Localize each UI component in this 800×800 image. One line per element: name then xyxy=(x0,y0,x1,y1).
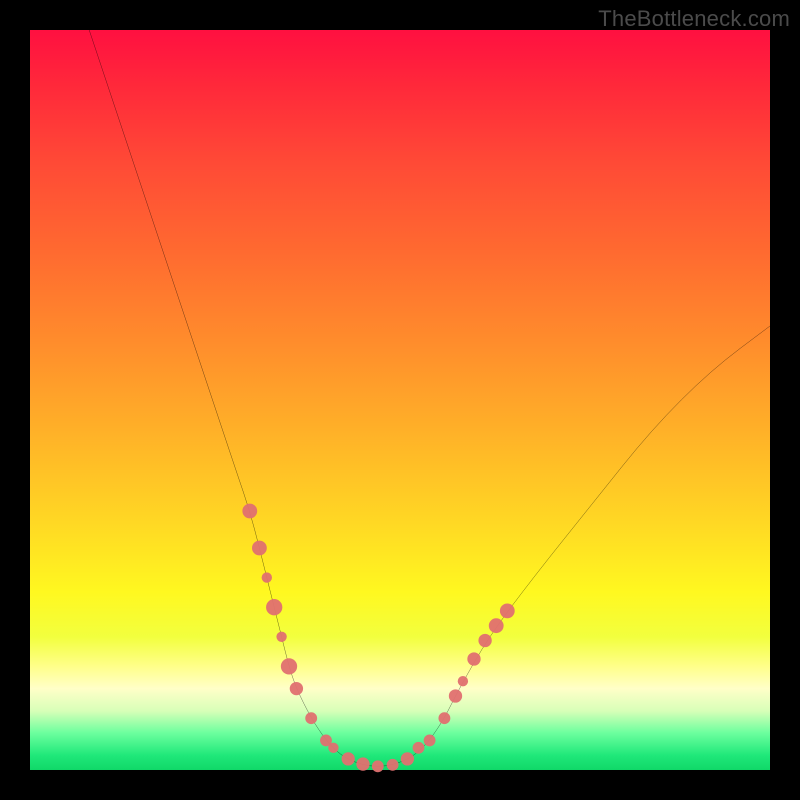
curve-marker xyxy=(413,742,425,754)
curve-marker xyxy=(372,760,384,772)
curve-marker xyxy=(262,572,272,582)
curve-svg xyxy=(30,30,770,770)
curve-marker xyxy=(290,682,303,695)
chart-frame: TheBottleneck.com xyxy=(0,0,800,800)
curve-marker xyxy=(305,712,317,724)
curve-marker xyxy=(401,752,414,765)
curve-marker xyxy=(276,632,286,642)
curve-marker xyxy=(387,759,399,771)
curve-marker xyxy=(252,541,267,556)
marker-group xyxy=(242,504,514,773)
curve-marker xyxy=(467,652,480,665)
curve-marker xyxy=(424,734,436,746)
curve-marker xyxy=(342,752,355,765)
curve-marker xyxy=(242,504,257,519)
curve-marker xyxy=(449,689,462,702)
curve-marker xyxy=(356,757,369,770)
curve-marker xyxy=(438,712,450,724)
curve-marker xyxy=(489,618,504,633)
curve-marker xyxy=(478,634,491,647)
plot-area xyxy=(30,30,770,770)
curve-marker xyxy=(458,676,468,686)
bottleneck-curve xyxy=(89,30,770,766)
curve-marker xyxy=(500,604,515,619)
curve-marker xyxy=(328,743,338,753)
curve-marker xyxy=(266,599,282,615)
curve-marker xyxy=(281,658,297,674)
watermark-text: TheBottleneck.com xyxy=(598,6,790,32)
